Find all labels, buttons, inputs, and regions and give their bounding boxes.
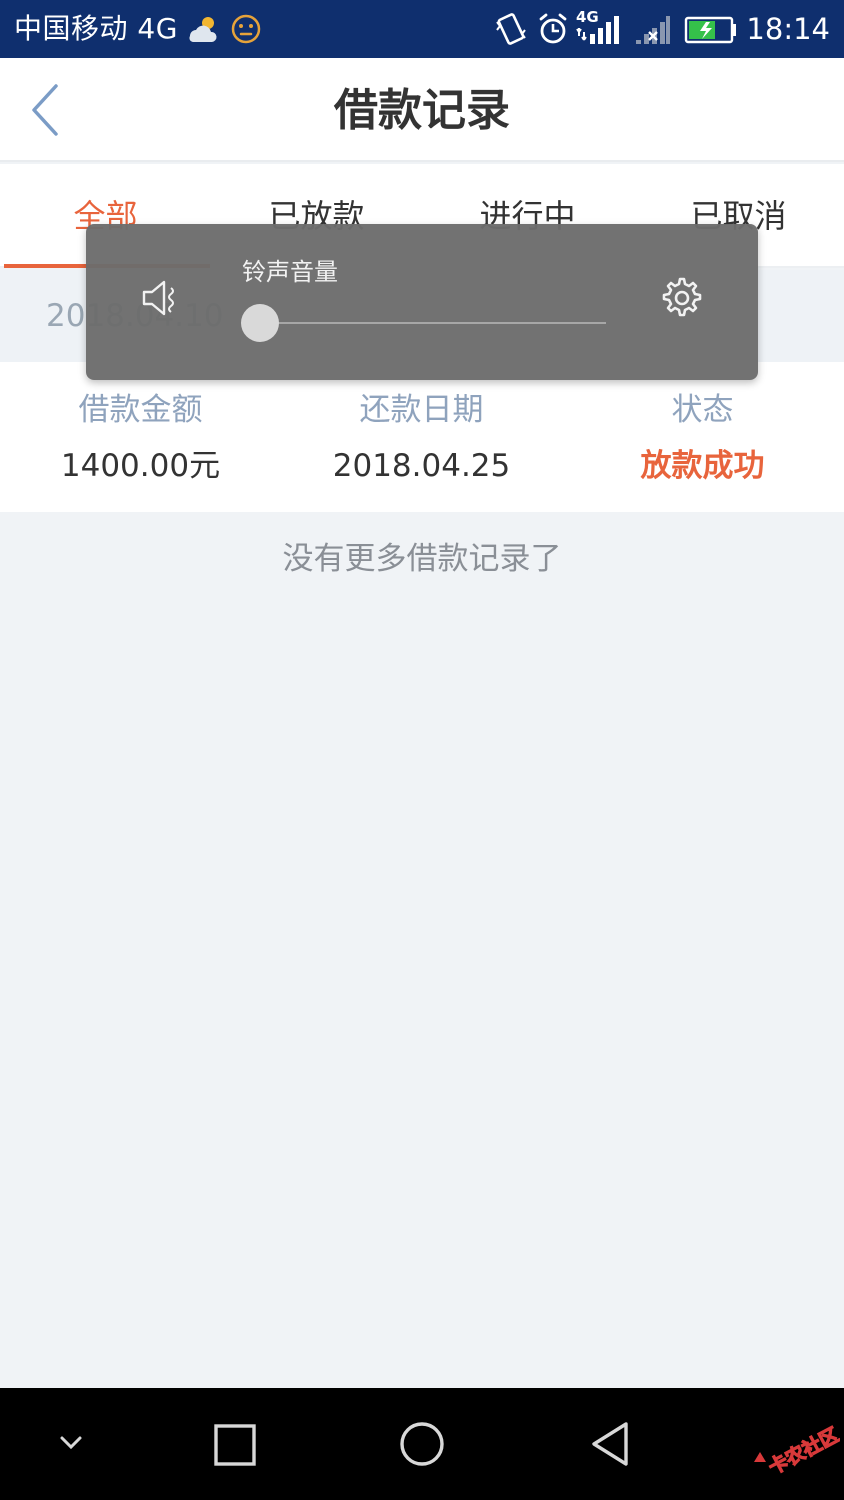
battery-icon: [684, 16, 736, 44]
amount-column: 借款金额 1400.00元: [0, 390, 281, 486]
page-title: 借款记录: [334, 85, 510, 136]
settings-icon[interactable]: [660, 276, 704, 320]
watermark-text: 卡农社区: [765, 1423, 840, 1476]
signal-x-icon: [636, 16, 670, 44]
status-bar: 中国移动 4G 4G 18:14: [0, 0, 844, 58]
signal-icon: 4G: [576, 8, 622, 48]
volume-label: 铃声音量: [242, 258, 338, 286]
weather-cloud-icon: [189, 17, 217, 42]
status-column: 状态 放款成功: [562, 390, 843, 486]
nav-home-icon[interactable]: [396, 1418, 448, 1470]
due-date-column: 还款日期 2018.04.25: [281, 390, 562, 486]
amount-label: 借款金额: [78, 392, 203, 428]
nav-recent-icon[interactable]: [212, 1422, 258, 1468]
no-more-records-text: 没有更多借款记录了: [282, 541, 562, 577]
nav-down-icon[interactable]: [56, 1432, 86, 1456]
due-date-label: 还款日期: [359, 392, 484, 428]
volume-slider-track[interactable]: [260, 322, 606, 324]
face-icon: [231, 14, 261, 44]
system-nav-bar: [0, 1388, 844, 1500]
clock: 18:14: [746, 12, 830, 46]
watermark-logo: 卡农社区: [754, 1422, 840, 1476]
alarm-icon: [539, 13, 567, 44]
status-value: 放款成功: [640, 448, 765, 484]
vibrate-icon: [496, 13, 526, 45]
status-label: 状态: [671, 392, 734, 428]
app-header: 借款记录: [0, 58, 844, 162]
amount-value: 1400.00元: [60, 448, 221, 484]
due-date-value: 2018.04.25: [332, 448, 511, 484]
speaker-icon[interactable]: [140, 278, 184, 318]
loan-record[interactable]: 借款金额 1400.00元 还款日期 2018.04.25 状态 放款成功: [0, 362, 844, 512]
carrier-label: 中国移动 4G: [14, 12, 178, 45]
volume-panel: 铃声音量: [86, 224, 758, 380]
volume-slider-thumb[interactable]: [241, 304, 279, 342]
nav-back-icon[interactable]: [586, 1418, 634, 1470]
